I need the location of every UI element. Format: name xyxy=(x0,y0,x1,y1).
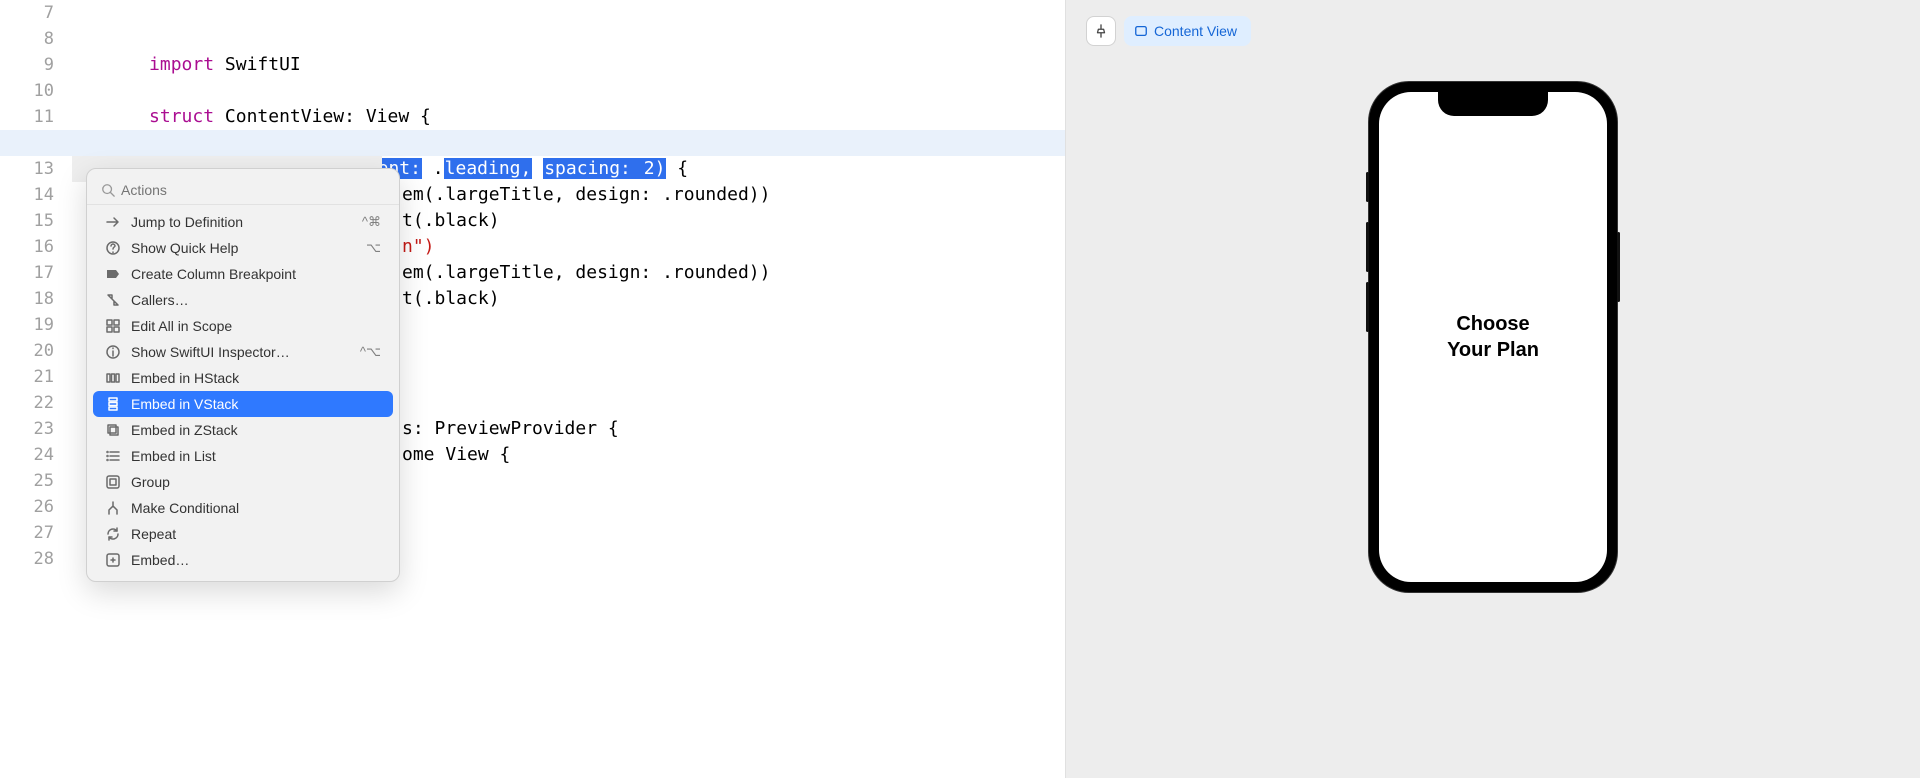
menu-item-callers[interactable]: Callers… xyxy=(93,287,393,313)
menu-item-edit-scope[interactable]: Edit All in Scope xyxy=(93,313,393,339)
code-line-10[interactable]: struct ContentView: View { xyxy=(72,78,1065,104)
vstack-icon xyxy=(105,396,121,412)
menu-item-group[interactable]: Group xyxy=(93,469,393,495)
line-number[interactable]: 13 xyxy=(0,156,72,182)
menu-item-shortcut: ⌥ xyxy=(366,240,381,256)
menu-item-label: Repeat xyxy=(131,526,381,542)
line-number[interactable]: 9 xyxy=(0,52,72,78)
pin-icon xyxy=(1094,24,1108,38)
breakpoint-icon xyxy=(105,266,121,282)
line-number[interactable]: 23 xyxy=(0,416,72,442)
menu-item-hstack[interactable]: Embed in HStack xyxy=(93,365,393,391)
line-number[interactable]: 15 xyxy=(0,208,72,234)
code-line-9[interactable] xyxy=(72,52,1065,78)
repeat-icon xyxy=(105,526,121,542)
menu-item-embed[interactable]: Embed… xyxy=(93,547,393,573)
line-number[interactable]: 27 xyxy=(0,520,72,546)
actions-search-input[interactable] xyxy=(121,182,387,198)
menu-item-list[interactable]: Embed in List xyxy=(93,443,393,469)
device-side-button xyxy=(1617,232,1620,302)
actions-search-row xyxy=(87,175,399,205)
pin-preview-button[interactable] xyxy=(1086,16,1116,46)
line-number[interactable]: 17 xyxy=(0,260,72,286)
line-number[interactable]: 20 xyxy=(0,338,72,364)
menu-item-label: Edit All in Scope xyxy=(131,318,381,334)
menu-item-label: Jump to Definition xyxy=(131,214,362,230)
preview-content: Choose Your Plan xyxy=(1447,311,1539,363)
hstack-icon xyxy=(105,370,121,386)
menu-item-help[interactable]: Show Quick Help⌥ xyxy=(93,235,393,261)
device-notch xyxy=(1438,92,1548,116)
line-number[interactable]: 28 xyxy=(0,546,72,572)
menu-item-breakpoint[interactable]: Create Column Breakpoint xyxy=(93,261,393,287)
line-number[interactable]: 7 xyxy=(0,0,72,26)
menu-item-label: Embed… xyxy=(131,552,381,568)
menu-item-label: Show SwiftUI Inspector… xyxy=(131,344,360,360)
line-number[interactable]: 11 xyxy=(0,104,72,130)
selection: leading, xyxy=(444,158,533,179)
menu-item-label: Embed in HStack xyxy=(131,370,381,386)
device-side-button xyxy=(1366,282,1369,332)
help-icon xyxy=(105,240,121,256)
preview-text-line: Your Plan xyxy=(1447,337,1539,363)
line-number[interactable]: 19 xyxy=(0,312,72,338)
line-number[interactable]: 16 xyxy=(0,234,72,260)
line-number[interactable]: 21 xyxy=(0,364,72,390)
line-number[interactable]: 26 xyxy=(0,494,72,520)
menu-item-shortcut: ^⌥ xyxy=(360,344,381,360)
preview-target-chip[interactable]: Content View xyxy=(1124,16,1251,46)
device-side-button xyxy=(1366,222,1369,272)
line-number[interactable]: 14 xyxy=(0,182,72,208)
menu-item-label: Callers… xyxy=(131,292,381,308)
menu-item-label: Embed in ZStack xyxy=(131,422,381,438)
menu-item-shortcut: ^⌘ xyxy=(362,214,381,230)
device-side-button xyxy=(1366,172,1369,202)
line-number[interactable]: 25 xyxy=(0,468,72,494)
device-screen[interactable]: Choose Your Plan xyxy=(1379,92,1607,582)
list-icon xyxy=(105,448,121,464)
selection: spacing: xyxy=(543,158,643,179)
code-line-11[interactable]: var body: some View { xyxy=(72,104,1065,130)
menu-item-label: Show Quick Help xyxy=(131,240,366,256)
preview-pane: Content View Choose Your Plan xyxy=(1065,0,1920,778)
group-icon xyxy=(105,474,121,490)
line-number[interactable]: 8 xyxy=(0,26,72,52)
preview-target-label: Content View xyxy=(1154,23,1237,39)
menu-item-label: Embed in VStack xyxy=(131,396,381,412)
edit-scope-icon xyxy=(105,318,121,334)
menu-item-conditional[interactable]: Make Conditional xyxy=(93,495,393,521)
callers-icon xyxy=(105,292,121,308)
selection: 2) xyxy=(643,158,667,179)
menu-item-label: Create Column Breakpoint xyxy=(131,266,381,282)
preview-text-line: Choose xyxy=(1447,311,1539,337)
code-line-7[interactable] xyxy=(72,0,1065,26)
info-icon xyxy=(105,344,121,360)
device-frame: Choose Your Plan xyxy=(1369,82,1617,592)
menu-item-repeat[interactable]: Repeat xyxy=(93,521,393,547)
code-line-12[interactable]: VStack(alignment: .leading, spacing: 2) … xyxy=(72,130,1065,156)
search-icon xyxy=(101,183,115,197)
embed-icon xyxy=(105,552,121,568)
view-icon xyxy=(1134,24,1148,38)
menu-item-vstack[interactable]: Embed in VStack xyxy=(93,391,393,417)
menu-item-arrow-def[interactable]: Jump to Definition^⌘ xyxy=(93,209,393,235)
menu-item-label: Embed in List xyxy=(131,448,381,464)
line-number[interactable]: 18 xyxy=(0,286,72,312)
menu-item-label: Make Conditional xyxy=(131,500,381,516)
line-number[interactable]: 24 xyxy=(0,442,72,468)
line-number[interactable]: 10 xyxy=(0,78,72,104)
line-number[interactable]: 22 xyxy=(0,390,72,416)
menu-item-info[interactable]: Show SwiftUI Inspector…^⌥ xyxy=(93,339,393,365)
code-line-8[interactable]: import SwiftUI xyxy=(72,26,1065,52)
arrow-def-icon xyxy=(105,214,121,230)
menu-item-label: Group xyxy=(131,474,381,490)
zstack-icon xyxy=(105,422,121,438)
code-editor-pane: 7891011121314151617181920212223242526272… xyxy=(0,0,1065,778)
menu-item-zstack[interactable]: Embed in ZStack xyxy=(93,417,393,443)
actions-popover: Jump to Definition^⌘Show Quick Help⌥Crea… xyxy=(86,168,400,582)
line-number-gutter: 7891011121314151617181920212223242526272… xyxy=(0,0,72,778)
conditional-icon xyxy=(105,500,121,516)
